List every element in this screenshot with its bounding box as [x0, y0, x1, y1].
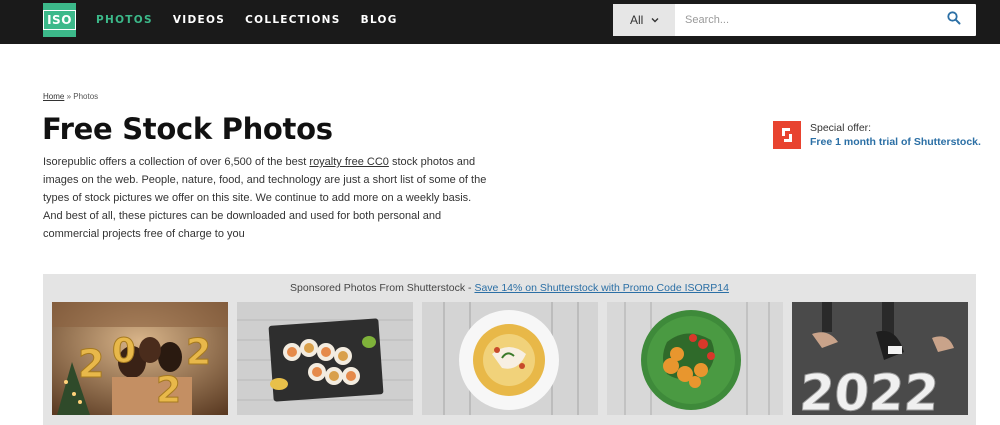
page-title: Free Stock Photos — [42, 112, 333, 146]
nav-videos[interactable]: VIDEOS — [173, 14, 225, 26]
promo-code-link[interactable]: Save 14% on Shutterstock with Promo Code… — [474, 282, 728, 294]
search-icon[interactable] — [946, 10, 962, 26]
search-scope-select[interactable]: All — [613, 4, 675, 36]
main-nav: PHOTOS VIDEOS COLLECTIONS BLOG — [96, 14, 418, 26]
sponsored-photo-party-2022[interactable]: 2 0 2 2 — [52, 302, 228, 415]
intro-text-before: Isorepublic offers a collection of over … — [43, 156, 310, 168]
sponsored-photo-soup[interactable] — [422, 302, 598, 415]
royalty-free-link[interactable]: royalty free CC0 — [309, 156, 388, 168]
svg-text:2: 2 — [78, 342, 104, 386]
photo-party-2022-image: 2 0 2 2 — [52, 302, 228, 415]
road-year-text: 2022 — [798, 364, 941, 415]
breadcrumb-home-link[interactable]: Home — [43, 92, 64, 101]
breadcrumb: Home » Photos — [43, 92, 98, 101]
sponsored-photo-road-2022[interactable]: 2022 — [792, 302, 968, 415]
nav-blog[interactable]: BLOG — [361, 14, 398, 26]
sponsored-photo-salad[interactable] — [607, 302, 783, 415]
shutterstock-logo-icon[interactable] — [773, 121, 801, 149]
sponsored-photo-sushi[interactable] — [237, 302, 413, 415]
sponsored-heading-text: Sponsored Photos From Shutterstock - — [290, 282, 475, 294]
top-header: ISO PHOTOS VIDEOS COLLECTIONS BLOG All — [0, 0, 1000, 44]
site-logo[interactable]: ISO — [43, 3, 76, 37]
breadcrumb-separator: » — [64, 92, 74, 101]
sponsored-photos: Sponsored Photos From Shutterstock - Sav… — [43, 274, 976, 425]
chevron-down-icon — [651, 18, 659, 23]
svg-text:0: 0 — [112, 331, 136, 371]
search-input[interactable] — [685, 10, 935, 30]
photo-salad-image — [607, 302, 783, 415]
search-scope-value: All — [630, 13, 644, 27]
photo-sushi-image — [237, 302, 413, 415]
svg-text:2: 2 — [186, 332, 211, 373]
search-bar: All — [613, 4, 976, 36]
logo-text: ISO — [43, 10, 76, 30]
photo-road-2022-image: 2022 — [792, 302, 968, 415]
nav-photos[interactable]: PHOTOS — [96, 14, 153, 26]
shutterstock-trial-link[interactable]: Free 1 month trial of Shutterstock. — [810, 136, 981, 148]
breadcrumb-current: Photos — [73, 92, 99, 101]
sponsored-heading: Sponsored Photos From Shutterstock - Sav… — [43, 282, 976, 294]
intro-text-after: stock photos and images on the web. Peop… — [43, 156, 487, 240]
photo-soup-image — [422, 302, 598, 415]
intro-paragraph: Isorepublic offers a collection of over … — [43, 153, 493, 243]
nav-collections[interactable]: COLLECTIONS — [245, 14, 341, 26]
svg-text:2: 2 — [156, 370, 181, 411]
offer-label: Special offer: — [810, 122, 872, 134]
